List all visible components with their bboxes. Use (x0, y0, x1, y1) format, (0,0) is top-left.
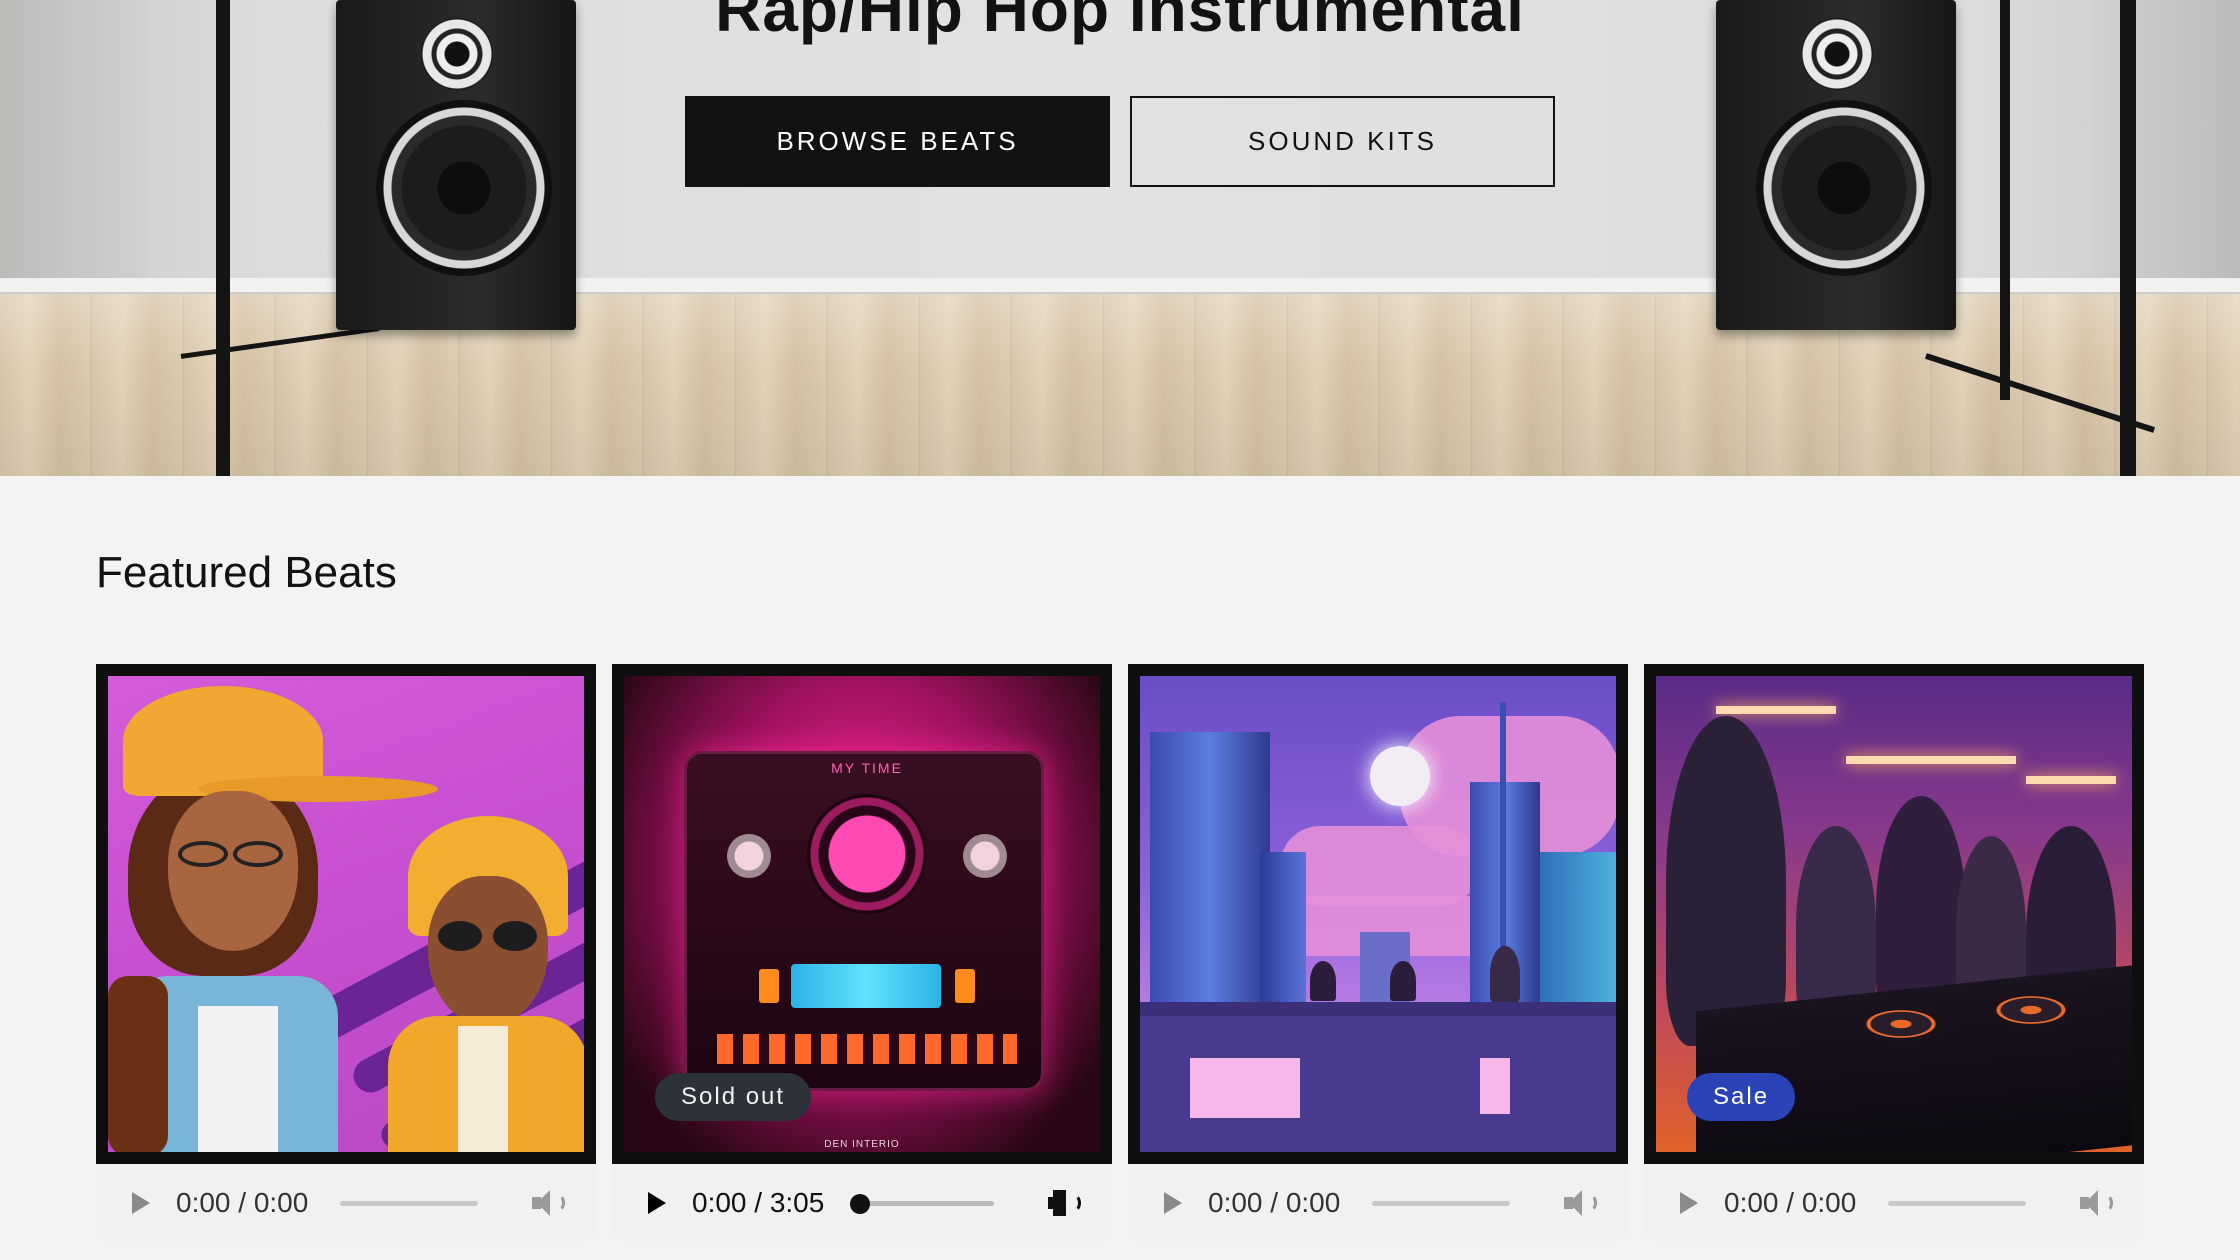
mic-stand-left (216, 0, 230, 476)
progress-slider[interactable] (1888, 1200, 2026, 1206)
volume-icon[interactable] (1048, 1188, 1082, 1218)
beat-artwork[interactable]: Sale (1644, 664, 2144, 1164)
time-display: 0:00 / 0:00 (176, 1187, 309, 1218)
sound-kits-button[interactable]: SOUND KITS (1130, 96, 1555, 187)
speaker-left (336, 0, 576, 330)
beat-artwork[interactable]: MY TIME DEN INTERIO Sold out (612, 664, 1112, 1164)
hero-banner: Rap/Hip Hop Instrumental BROWSE BEATS SO… (0, 0, 2240, 476)
beat-card[interactable]: 0:00 / 0:00 (96, 664, 596, 1242)
audio-player[interactable]: 0:00 / 3:05 (612, 1164, 1112, 1242)
beat-artwork[interactable] (1128, 664, 1628, 1164)
volume-icon[interactable] (2080, 1188, 2114, 1218)
audio-player[interactable]: 0:00 / 0:00 (1644, 1164, 2144, 1242)
time-display: 0:00 / 0:00 (1208, 1187, 1341, 1218)
volume-icon[interactable] (532, 1188, 566, 1218)
play-icon[interactable] (132, 1192, 150, 1214)
browse-beats-button[interactable]: BROWSE BEATS (685, 96, 1110, 187)
sold-out-badge: Sold out (655, 1073, 812, 1121)
hero-title: Rap/Hip Hop Instrumental (715, 0, 1525, 45)
beat-card[interactable]: MY TIME DEN INTERIO Sold out 0:00 / 3:05 (612, 664, 1112, 1242)
time-display: 0:00 / 0:00 (1724, 1187, 1857, 1218)
audio-player[interactable]: 0:00 / 0:00 (96, 1164, 596, 1242)
art-title-text: MY TIME (831, 760, 903, 776)
mic-stand-right (2120, 0, 2136, 476)
sale-badge: Sale (1687, 1073, 1796, 1121)
beat-card[interactable]: Sale 0:00 / 0:00 (1644, 664, 2144, 1242)
art-footer-text: DEN INTERIO (824, 1139, 900, 1150)
volume-icon[interactable] (1564, 1188, 1598, 1218)
beat-card[interactable]: 0:00 / 0:00 (1128, 664, 1628, 1242)
progress-knob[interactable] (850, 1193, 870, 1214)
play-icon[interactable] (648, 1192, 666, 1214)
play-icon[interactable] (1680, 1192, 1698, 1214)
featured-beats-heading: Featured Beats (96, 548, 397, 597)
beat-artwork[interactable] (96, 664, 596, 1164)
time-display: 0:00 / 3:05 (692, 1187, 825, 1218)
audio-player[interactable]: 0:00 / 0:00 (1128, 1164, 1628, 1242)
progress-slider[interactable] (1372, 1200, 1510, 1206)
play-icon[interactable] (1164, 1192, 1182, 1214)
progress-slider[interactable] (850, 1193, 994, 1214)
progress-slider[interactable] (340, 1200, 478, 1206)
speaker-right (1716, 0, 1956, 330)
